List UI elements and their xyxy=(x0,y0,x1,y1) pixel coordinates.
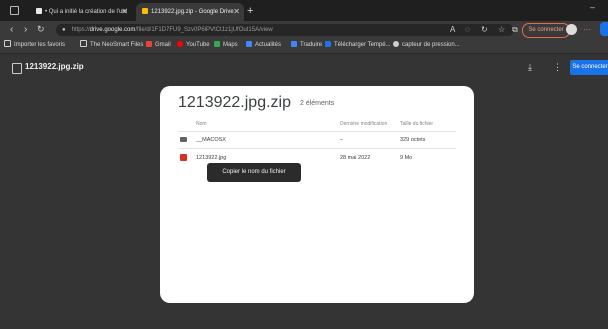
tab-1-title: • Qui a initié la création de l'uni xyxy=(45,9,127,15)
browser-menu-icon[interactable]: ⋯ xyxy=(583,24,591,36)
row-1-name[interactable]: __MACOSX xyxy=(196,137,226,143)
tab-1-favicon-icon xyxy=(36,8,42,14)
extension-icon[interactable]: ◌ xyxy=(465,24,470,36)
row-2-modified: 28 mai 2022 xyxy=(340,155,371,161)
row-2-size: 9 Mo xyxy=(400,155,413,161)
new-tab-button[interactable]: + xyxy=(247,3,253,19)
collections-icon[interactable]: ⧉ xyxy=(512,24,518,36)
column-header-size[interactable]: Taille du fichier xyxy=(400,121,433,127)
download-icon[interactable]: ⤓ xyxy=(528,61,532,73)
bookmark-import[interactable]: Importer les favoris xyxy=(4,38,65,53)
more-options-icon[interactable]: ⋮ xyxy=(553,61,562,73)
copy-filename-tooltip: Copier le nom du fichier xyxy=(207,163,301,182)
bookmark-label: YouTube xyxy=(186,42,210,48)
tab-strip: • Qui a initié la création de l'uni ✕ 12… xyxy=(0,0,608,21)
bookmark-label: capteur de pression... xyxy=(402,42,460,48)
forward-icon[interactable]: › xyxy=(24,21,27,38)
row-1-modified: – xyxy=(340,137,344,143)
row-divider xyxy=(178,148,456,149)
google-drive-icon xyxy=(142,8,148,14)
back-icon[interactable]: ‹ xyxy=(10,21,13,38)
lock-icon: ● xyxy=(62,27,66,33)
bookmark-label: Télécharger Tempé... xyxy=(334,42,391,48)
row-2-name[interactable]: 1213922.jpg xyxy=(196,155,226,161)
bookmark-traduire[interactable]: Traduire xyxy=(291,38,322,53)
youtube-icon xyxy=(177,41,183,47)
bookmark-actualites[interactable]: Actualités xyxy=(246,38,281,53)
item-count: 2 éléments xyxy=(300,100,335,107)
column-header-name[interactable]: Nom xyxy=(196,121,207,127)
url-domain: drive.google.com xyxy=(89,27,136,33)
bookmark-capteur[interactable]: capteur de pression... xyxy=(393,38,460,53)
folder-icon xyxy=(180,137,187,142)
tab-2-title: 1213922.jpg.zip - Google Drive xyxy=(151,9,234,15)
drive-connect-button[interactable]: Se connecter xyxy=(570,60,608,75)
favorites-star-icon[interactable]: ☆ xyxy=(498,24,505,36)
url-path: /file/d/1F1D7FU9_Szv0P6lPVtCt1z1jUfOuI15… xyxy=(135,27,273,33)
bookmark-gmail[interactable]: Gmail xyxy=(146,38,171,53)
tab-2[interactable]: 1213922.jpg.zip - Google Drive ✕ xyxy=(136,3,244,21)
bookmark-label: Gmail xyxy=(155,42,171,48)
reload-icon[interactable]: ↻ xyxy=(37,21,45,38)
page-icon xyxy=(80,40,87,47)
bookmark-telecharger[interactable]: Télécharger Tempé... xyxy=(325,38,391,53)
tab-2-close-icon[interactable]: ✕ xyxy=(233,3,240,21)
address-bar[interactable]: ● https://drive.google.com/file/d/1F1D7FU… xyxy=(56,24,514,36)
news-icon xyxy=(246,41,252,47)
browser-connect-button[interactable]: Se connecter xyxy=(522,23,570,38)
translate-icon xyxy=(291,41,297,47)
minimize-icon[interactable]: – xyxy=(590,2,595,12)
preview-file-title: 1213922.jpg.zip xyxy=(25,62,84,71)
import-icon xyxy=(4,40,11,47)
row-1-size: 329 octets xyxy=(400,137,426,143)
download-site-icon xyxy=(325,41,331,47)
globe-icon xyxy=(393,41,399,47)
read-aloud-icon[interactable]: A xyxy=(450,24,455,36)
column-header-modified[interactable]: Dernière modification xyxy=(340,121,387,127)
bookmark-label: Traduire xyxy=(300,42,323,48)
bookmark-label: Actualités xyxy=(255,42,282,48)
zip-file-icon xyxy=(12,63,22,74)
zip-name: 1213922.jpg.zip xyxy=(178,94,291,111)
profile-avatar-icon[interactable] xyxy=(566,24,577,35)
header-divider xyxy=(178,131,456,132)
image-file-icon xyxy=(180,154,187,161)
tab-1[interactable]: • Qui a initié la création de l'uni ✕ xyxy=(30,3,132,21)
bookmark-youtube[interactable]: YouTube xyxy=(177,38,210,53)
bookmark-neosmart[interactable]: The NeoSmart Files xyxy=(80,38,143,53)
bookmarks-bar: Importer les favoris The NeoSmart Files … xyxy=(0,38,608,54)
zip-contents-card: 1213922.jpg.zip 2 éléments Nom Dernière … xyxy=(160,86,474,303)
refresh-page-icon[interactable]: ↻ xyxy=(481,24,488,36)
maps-icon xyxy=(214,41,220,47)
sidebar-copilot-icon[interactable] xyxy=(600,22,608,36)
tab-actions-icon[interactable] xyxy=(10,6,19,15)
gmail-icon xyxy=(146,41,152,47)
url-prefix: https:// xyxy=(71,27,90,33)
bookmark-label: The NeoSmart Files xyxy=(90,42,144,48)
tab-1-close-icon[interactable]: ✕ xyxy=(121,3,128,21)
bookmark-maps[interactable]: Maps xyxy=(214,38,238,53)
bookmark-label: Maps xyxy=(223,42,238,48)
bookmark-label: Importer les favoris xyxy=(14,42,66,48)
